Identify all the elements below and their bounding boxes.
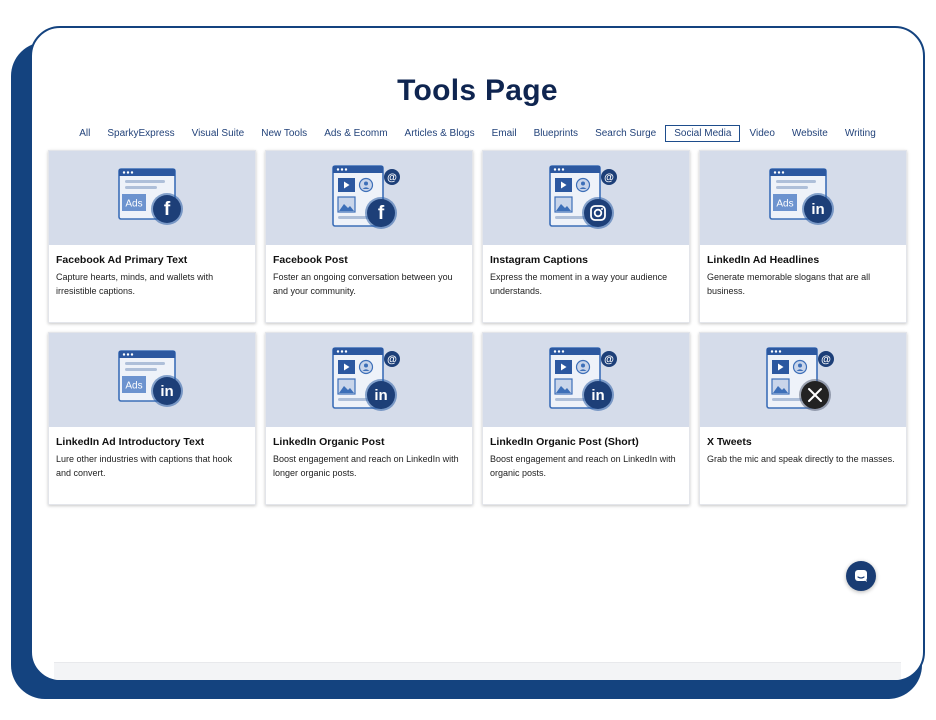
svg-text:in: in	[811, 201, 824, 218]
instagram-icon: @	[549, 165, 617, 229]
facebook-icon: @ f	[332, 165, 400, 229]
category-tabs: All SparkyExpress Visual Suite New Tools Ads…	[32, 125, 923, 142]
app-window: Tools Page All SparkyExpress Visual Suite N…	[30, 26, 925, 682]
tool-card-title: LinkedIn Organic Post	[273, 436, 385, 448]
svg-text:in: in	[374, 387, 387, 404]
at-symbol: @	[604, 173, 614, 184]
at-symbol: @	[387, 355, 397, 366]
tool-card-body: LinkedIn Organic Post Boost engagement an…	[266, 427, 472, 486]
page-title: Tools Page	[397, 74, 558, 107]
tool-card-description: Foster an ongoing conversation between y…	[273, 272, 453, 296]
tool-card-description: Express the moment in a way your audienc…	[490, 272, 668, 296]
tool-card[interactable]: Ads in LinkedIn Ad Headlines Generate mem…	[699, 150, 907, 323]
tab-blueprints[interactable]: Blueprints	[526, 125, 586, 142]
tool-card[interactable]: Ads f Facebook Ad Primary Text Capture he…	[48, 150, 256, 323]
tool-card-description: Lure other industries with captions that…	[56, 454, 233, 478]
tool-card-body: X Tweets Grab the mic and speak directly …	[700, 427, 906, 472]
tool-card-title: LinkedIn Organic Post (Short)	[490, 436, 639, 448]
ads-badge: Ads	[125, 381, 142, 392]
tab-video[interactable]: Video	[741, 125, 782, 142]
at-symbol: @	[387, 173, 397, 184]
tool-card-image: @	[483, 151, 689, 245]
tool-card[interactable]: Ads in LinkedIn Ad Introductory Text Lure…	[48, 332, 256, 505]
at-symbol: @	[821, 355, 831, 366]
tab-social-media[interactable]: Social Media	[665, 125, 741, 142]
tool-card-title: X Tweets	[707, 436, 752, 448]
tool-card-image: @ f	[266, 151, 472, 245]
svg-text:f: f	[164, 199, 171, 220]
svg-text:in: in	[591, 387, 604, 404]
facebook-icon: Ads f	[118, 168, 183, 225]
svg-text:f: f	[378, 203, 385, 224]
tool-card-title: Instagram Captions	[490, 254, 589, 266]
ads-badge: Ads	[125, 199, 142, 210]
tool-card-title: LinkedIn Ad Introductory Text	[56, 436, 205, 448]
tab-email[interactable]: Email	[484, 125, 525, 142]
tool-card-body: Instagram Captions Express the moment in …	[483, 245, 689, 304]
ads-badge: Ads	[776, 199, 793, 210]
tab-articles-blogs[interactable]: Articles & Blogs	[397, 125, 483, 142]
tool-card-description: Generate memorable slogans that are all …	[707, 272, 871, 296]
linkedin-icon: Ads in	[769, 168, 834, 225]
tool-card-title: Facebook Post	[273, 254, 348, 266]
tab-new-tools[interactable]: New Tools	[253, 125, 315, 142]
tool-card-description: Boost engagement and reach on LinkedIn w…	[490, 454, 676, 478]
tool-card-image: Ads in	[49, 333, 255, 427]
tool-card[interactable]: @ f Facebook Post Foster an ongoing conve…	[265, 150, 473, 323]
tab-search-surge[interactable]: Search Surge	[587, 125, 664, 142]
tool-card[interactable]: @ in LinkedIn Organic Post Boost engageme…	[265, 332, 473, 505]
chat-button[interactable]	[846, 561, 876, 591]
tool-card-image: Ads in	[700, 151, 906, 245]
svg-text:in: in	[160, 383, 173, 400]
tool-card-description: Capture hearts, minds, and wallets with …	[56, 272, 214, 296]
tab-writing[interactable]: Writing	[837, 125, 884, 142]
tab-visual-suite[interactable]: Visual Suite	[184, 125, 253, 142]
at-symbol: @	[604, 355, 614, 366]
tool-card-title: LinkedIn Ad Headlines	[707, 254, 820, 266]
bottom-strip	[54, 662, 901, 680]
tool-card-body: Facebook Post Foster an ongoing conversat…	[266, 245, 472, 304]
tool-card[interactable]: @ Instagram Captions Express the moment i…	[482, 150, 690, 323]
tool-card-body: LinkedIn Ad Introductory Text Lure other …	[49, 427, 255, 486]
tab-ads-ecomm[interactable]: Ads & Ecomm	[316, 125, 395, 142]
tool-card[interactable]: @ X Tweets Grab the mic and speak directl…	[699, 332, 907, 505]
linkedin-icon: Ads in	[118, 350, 183, 407]
tool-card-description: Grab the mic and speak directly to the m…	[707, 454, 895, 464]
linkedin-icon: @ in	[332, 347, 400, 411]
tools-grid: Ads f Facebook Ad Primary Text Capture he…	[48, 150, 908, 505]
linkedin-icon: @ in	[549, 347, 617, 411]
tool-card-body: LinkedIn Ad Headlines Generate memorable …	[700, 245, 906, 304]
tool-card-description: Boost engagement and reach on LinkedIn w…	[273, 454, 459, 478]
tool-card-body: Facebook Ad Primary Text Capture hearts, …	[49, 245, 255, 304]
x-icon: @	[766, 347, 834, 411]
tool-card-image: Ads f	[49, 151, 255, 245]
tab-all[interactable]: All	[71, 125, 98, 142]
tool-card-title: Facebook Ad Primary Text	[56, 254, 188, 266]
tab-sparkyexpress[interactable]: SparkyExpress	[99, 125, 182, 142]
tab-website[interactable]: Website	[784, 125, 836, 142]
tool-card[interactable]: @ in LinkedIn Organic Post (Short) Boost …	[482, 332, 690, 505]
tool-card-image: @ in	[483, 333, 689, 427]
chat-icon	[855, 570, 867, 582]
tool-card-image: @	[700, 333, 906, 427]
tool-card-body: LinkedIn Organic Post (Short) Boost engag…	[483, 427, 689, 486]
tool-card-image: @ in	[266, 333, 472, 427]
